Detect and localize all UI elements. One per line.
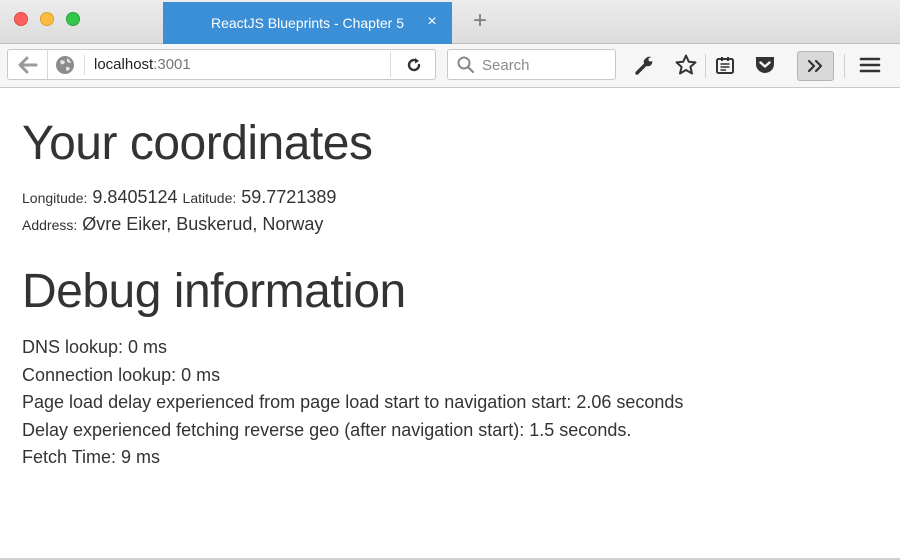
pocket-button[interactable] [752, 52, 778, 78]
debug-connection-lookup: Connection lookup: 0 ms [22, 364, 221, 385]
tab-close-icon[interactable]: × [424, 14, 440, 30]
reading-list-button[interactable] [712, 52, 738, 78]
toolbar-separator [705, 54, 706, 78]
longitude-label: Longitude: [22, 190, 88, 206]
latitude-value: 59.7721389 [241, 187, 337, 207]
globe-icon [56, 56, 74, 74]
longitude-value: 9.8405124 [92, 187, 178, 207]
debug-fetch-time: Fetch Time: 9 ms [22, 447, 161, 467]
debug-heading: Debug information [22, 265, 406, 318]
address-line: Address: Øvre Eiker, Buskerud, Norway [22, 211, 323, 239]
title-bar: ReactJS Blueprints - Chapter 5 × + [0, 0, 900, 44]
debug-page-load-delay: Page load delay experienced from page lo… [22, 392, 684, 412]
address-label: Address: [22, 217, 78, 233]
tab-title: ReactJS Blueprints - Chapter 5 [211, 15, 404, 31]
star-icon [675, 54, 697, 75]
reload-icon [407, 58, 421, 72]
bookmark-star-button[interactable] [673, 52, 699, 78]
window-minimize-button[interactable] [40, 12, 54, 26]
hamburger-menu-icon [859, 57, 881, 73]
reload-button[interactable] [403, 54, 425, 76]
search-bar[interactable] [447, 49, 616, 80]
url-text[interactable]: localhost:3001 [94, 56, 191, 73]
search-icon [457, 56, 475, 74]
url-divider-right [390, 52, 391, 77]
reader-list-icon [716, 57, 734, 74]
overflow-button[interactable] [797, 51, 834, 81]
nav-bar: localhost:3001 [0, 44, 900, 88]
site-identity-button[interactable] [54, 54, 76, 76]
coordinates-heading: Your coordinates [22, 117, 373, 170]
developer-tools-button[interactable] [632, 52, 658, 78]
debug-dns-lookup: DNS lookup: 0 ms [22, 337, 168, 357]
main-menu-button[interactable] [857, 52, 883, 78]
tab-active[interactable]: ReactJS Blueprints - Chapter 5 × [163, 2, 452, 44]
url-bar[interactable]: localhost:3001 [7, 49, 436, 80]
url-divider [84, 55, 85, 75]
wrench-icon [635, 56, 653, 75]
new-tab-button[interactable]: + [468, 8, 492, 34]
back-button[interactable] [8, 50, 48, 79]
window-close-button[interactable] [14, 12, 28, 26]
pocket-icon [756, 57, 774, 73]
url-host: localhost [94, 56, 154, 73]
url-port: :3001 [153, 56, 191, 73]
latitude-label: Latitude: [182, 190, 237, 206]
toolbar-separator [844, 54, 845, 78]
coordinates-line: Longitude: 9.8405124 Latitude: 59.772138… [22, 184, 336, 212]
overflow-chevrons-icon [807, 59, 822, 73]
back-arrow-icon [18, 56, 37, 73]
window-maximize-button[interactable] [66, 12, 80, 26]
search-input[interactable] [482, 54, 610, 76]
address-value: Øvre Eiker, Buskerud, Norway [82, 214, 324, 234]
debug-reverse-geo-delay: Delay experienced fetching reverse geo (… [22, 419, 632, 440]
debug-list: DNS lookup: 0 ms Connection lookup: 0 ms… [22, 334, 683, 472]
